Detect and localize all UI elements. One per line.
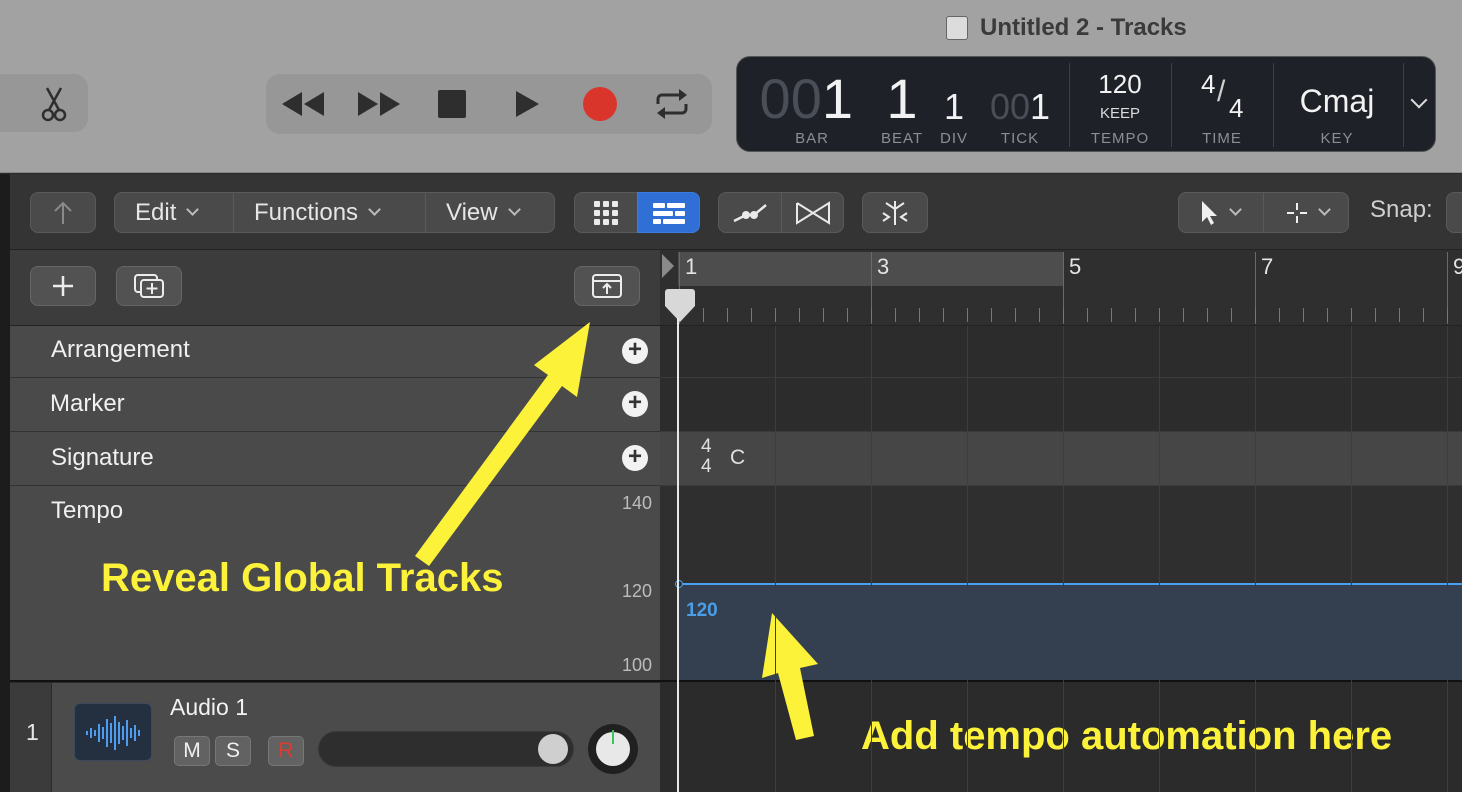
grid-line xyxy=(1255,326,1256,792)
grid-line xyxy=(1447,326,1448,792)
grid-line xyxy=(775,326,776,792)
grid-line xyxy=(871,326,872,792)
annotation-add-tempo: Add tempo automation here xyxy=(861,714,1393,758)
annotation-reveal-global-tracks: Reveal Global Tracks xyxy=(101,556,504,600)
grid-line xyxy=(1351,326,1352,792)
annotation-arrow-reveal xyxy=(415,322,818,740)
grid-line xyxy=(1159,326,1160,792)
grid-line xyxy=(967,326,968,792)
grid-line xyxy=(1063,326,1064,792)
